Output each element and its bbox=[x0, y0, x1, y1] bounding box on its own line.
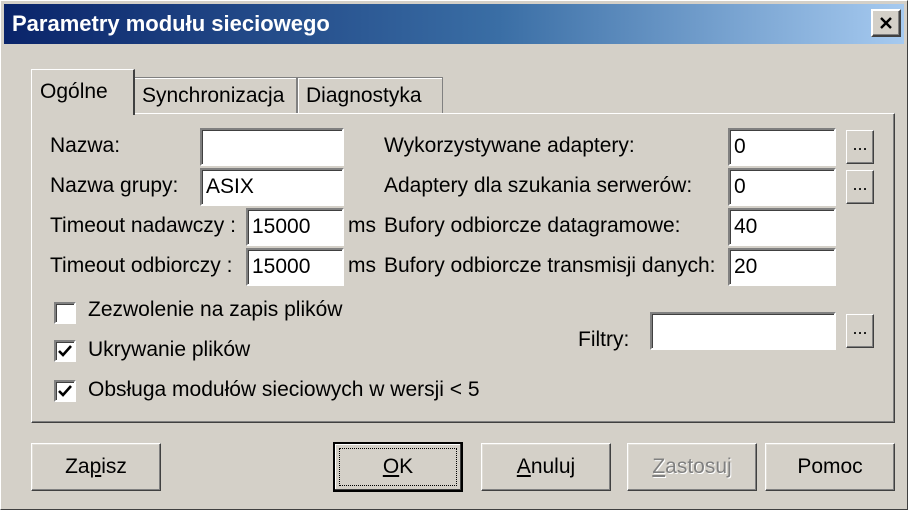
legacy-support-checkbox[interactable] bbox=[54, 380, 76, 402]
save-button[interactable]: Za p isz bbox=[31, 443, 161, 491]
cancel-label-hotkey: A bbox=[516, 455, 531, 478]
cancel-label-end: nuluj bbox=[530, 455, 576, 478]
apply-label-end: astosuj bbox=[665, 455, 732, 478]
adapters-search-browse-button[interactable]: ... bbox=[846, 170, 874, 204]
close-icon bbox=[880, 17, 892, 29]
filters-label: Filtry: bbox=[578, 328, 630, 351]
hide-files-checkbox[interactable] bbox=[54, 340, 76, 362]
tab-diagnostics[interactable]: Diagnostyka bbox=[297, 77, 443, 113]
adapters-search-input[interactable]: 0 bbox=[728, 168, 836, 206]
adapters-search-label: Adaptery dla szukania serwerów: bbox=[384, 174, 693, 197]
save-label-hotkey: p bbox=[89, 455, 102, 478]
adapters-used-label: Wykorzystywane adaptery: bbox=[384, 134, 635, 157]
help-button[interactable]: Pomoc bbox=[765, 443, 895, 491]
tab-synchronization-label: Synchronizacja bbox=[142, 84, 285, 107]
apply-label-hotkey: Z bbox=[652, 455, 666, 478]
adapters-used-browse-button[interactable]: ... bbox=[846, 130, 874, 164]
timeout-recv-input[interactable]: 15000 bbox=[246, 248, 344, 286]
filters-browse-button[interactable]: ... bbox=[846, 314, 874, 348]
check-icon bbox=[58, 345, 72, 357]
tab-synchronization[interactable]: Synchronizacja bbox=[133, 77, 297, 113]
timeout-send-label: Timeout nadawczy : bbox=[50, 214, 236, 237]
transfer-buffers-input[interactable]: 20 bbox=[728, 248, 836, 286]
timeout-send-unit: ms bbox=[348, 214, 376, 237]
focus-rectangle bbox=[339, 448, 457, 486]
filters-input[interactable] bbox=[650, 312, 836, 350]
tab-general-label: Ogólne bbox=[40, 80, 108, 103]
cancel-button[interactable]: Anuluj bbox=[481, 443, 611, 491]
close-button[interactable] bbox=[871, 9, 901, 37]
save-label-end: isz bbox=[101, 455, 127, 478]
allow-file-write-label[interactable]: Zezwolenie na zapis plików bbox=[88, 298, 342, 322]
apply-button[interactable]: Zastosuj bbox=[627, 443, 757, 491]
dialog-window: Parametry modułu sieciowego Ogólne Synch… bbox=[0, 0, 908, 510]
check-icon bbox=[58, 385, 72, 397]
title-bar[interactable]: Parametry modułu sieciowego bbox=[4, 4, 904, 44]
name-label: Nazwa: bbox=[50, 134, 121, 157]
adapters-used-input[interactable]: 0 bbox=[728, 128, 836, 166]
dgram-buffers-label: Bufory odbiorcze datagramowe: bbox=[384, 214, 681, 237]
tab-diagnostics-label: Diagnostyka bbox=[306, 84, 422, 107]
name-input[interactable] bbox=[200, 128, 344, 166]
timeout-recv-label: Timeout odbiorczy : bbox=[50, 254, 233, 277]
save-label-start: Za bbox=[65, 455, 90, 478]
hide-files-label[interactable]: Ukrywanie plików bbox=[88, 338, 250, 362]
group-name-label: Nazwa grupy: bbox=[50, 174, 179, 197]
general-tab-panel: Nazwa: Nazwa grupy: ASIX Timeout nadawcz… bbox=[31, 113, 895, 423]
legacy-support-label[interactable]: Obsługa modułów sieciowych w wersji < 5 bbox=[88, 378, 480, 402]
allow-file-write-checkbox[interactable] bbox=[54, 302, 76, 324]
timeout-send-input[interactable]: 15000 bbox=[246, 208, 344, 246]
group-name-input[interactable]: ASIX bbox=[200, 168, 344, 206]
transfer-buffers-label: Bufory odbiorcze transmisji danych: bbox=[384, 254, 716, 277]
window-title: Parametry modułu sieciowego bbox=[12, 11, 330, 36]
timeout-recv-unit: ms bbox=[348, 254, 376, 277]
ok-button[interactable]: OK bbox=[333, 442, 463, 492]
tab-general[interactable]: Ogólne bbox=[31, 69, 135, 115]
dgram-buffers-input[interactable]: 40 bbox=[728, 208, 836, 246]
